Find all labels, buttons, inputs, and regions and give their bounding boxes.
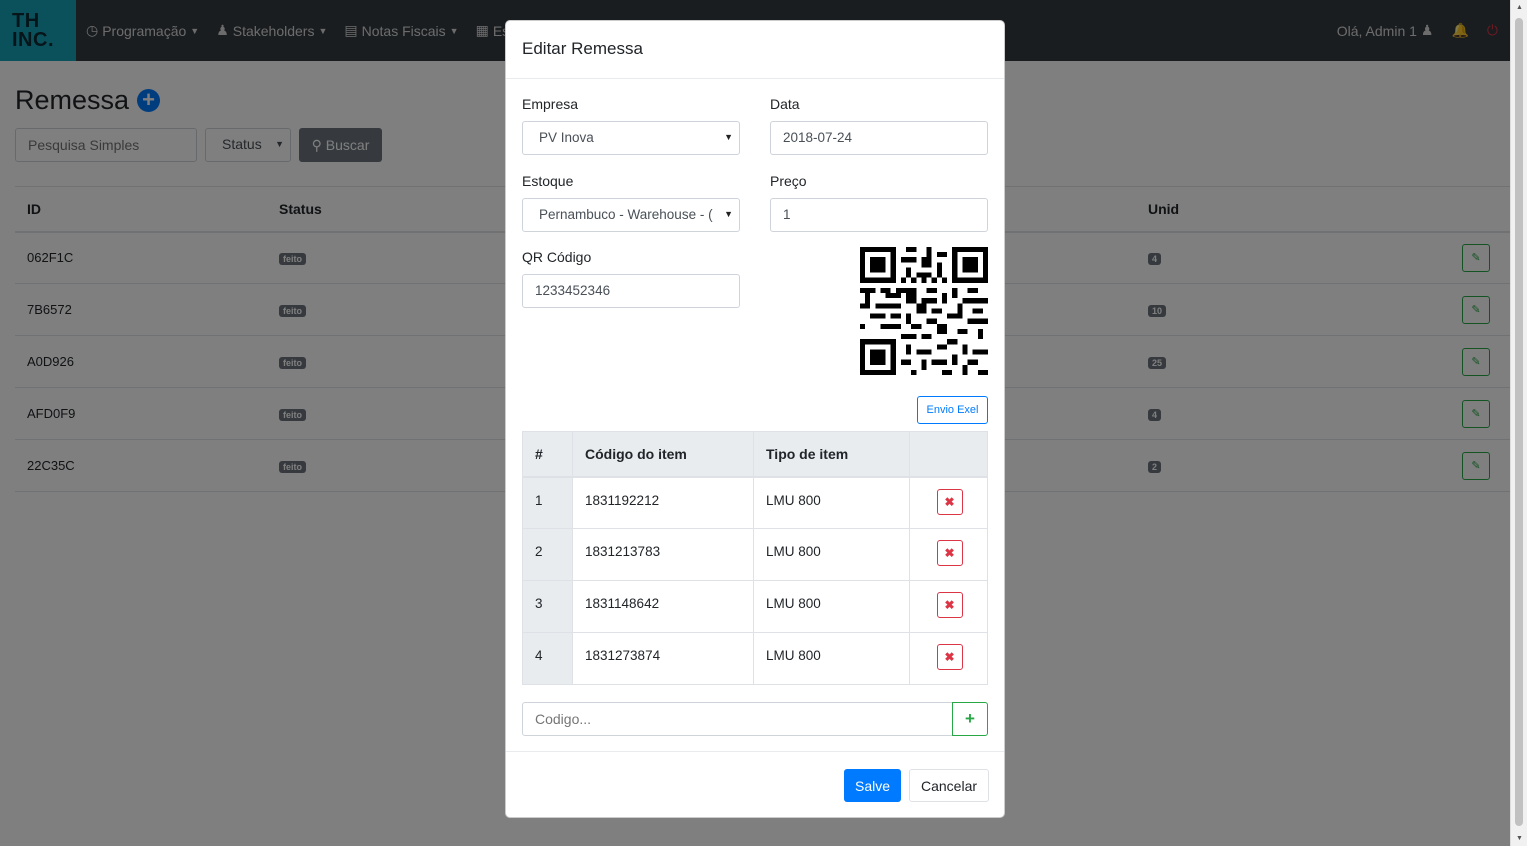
modal-footer: Salve Cancelar — [506, 751, 1004, 817]
qr-codigo-input[interactable]: 1233452346 — [522, 274, 740, 308]
add-item-button[interactable]: + — [952, 702, 988, 736]
table-row: 2 1831213783 LMU 800 ✖ — [522, 528, 988, 581]
close-icon: ✖ — [944, 546, 955, 560]
item-code-input[interactable] — [522, 702, 953, 736]
qr-code-image — [860, 247, 988, 375]
item-code: 1831273874 — [572, 632, 754, 685]
column-header-actions — [909, 431, 988, 478]
items-table: # Código do item Tipo de item 1 18311922… — [522, 431, 988, 685]
preco-label: Preço — [770, 173, 807, 189]
estoque-value: Pernambuco - Warehouse - ( — [539, 207, 713, 222]
estoque-label: Estoque — [522, 173, 574, 189]
column-header-item-type: Tipo de item — [753, 431, 910, 478]
cancel-button[interactable]: Cancelar — [909, 769, 989, 802]
estoque-select[interactable]: Pernambuco - Warehouse - ( ▼ — [522, 198, 740, 232]
close-icon: ✖ — [944, 650, 955, 664]
item-type: LMU 800 — [753, 528, 910, 581]
delete-item-button[interactable]: ✖ — [936, 488, 963, 515]
close-icon: ✖ — [944, 494, 955, 509]
empresa-value: PV Inova — [539, 130, 594, 145]
scroll-down-icon[interactable]: ▼ — [1515, 835, 1524, 842]
column-header-item-code: Código do item — [572, 431, 754, 478]
column-header-number: # — [522, 431, 573, 478]
edit-remessa-modal: Editar Remessa Empresa PV Inova ▼ Data 2… — [505, 20, 1005, 818]
item-number: 4 — [522, 632, 573, 685]
page-scrollbar[interactable]: ▲ ▼ — [1510, 0, 1527, 846]
item-code: 1831148642 — [572, 580, 754, 633]
item-code: 1831192212 — [572, 476, 754, 529]
item-number: 1 — [522, 476, 573, 529]
item-type: LMU 800 — [753, 632, 910, 685]
chevron-down-icon: ▼ — [722, 132, 733, 142]
table-row: 3 1831148642 LMU 800 ✖ — [522, 580, 988, 633]
scroll-up-icon[interactable]: ▲ — [1515, 4, 1524, 11]
close-icon: ✖ — [944, 598, 955, 612]
delete-item-button[interactable]: ✖ — [936, 592, 963, 618]
modal-title: Editar Remessa — [506, 21, 1004, 79]
scrollbar-thumb[interactable] — [1515, 18, 1523, 826]
delete-item-button[interactable]: ✖ — [936, 540, 963, 566]
item-number: 2 — [522, 528, 573, 581]
empresa-select[interactable]: PV Inova ▼ — [522, 121, 740, 155]
preco-value: 1 — [783, 207, 791, 222]
empresa-label: Empresa — [522, 96, 579, 112]
envio-excel-button[interactable]: Envio Exel — [917, 396, 988, 424]
item-type: LMU 800 — [753, 580, 910, 633]
data-value: 2018-07-24 — [783, 130, 853, 145]
plus-icon: + — [965, 709, 975, 728]
delete-item-button[interactable]: ✖ — [936, 644, 963, 670]
preco-input[interactable]: 1 — [770, 198, 988, 232]
data-label: Data — [770, 96, 800, 112]
save-button[interactable]: Salve — [844, 769, 901, 802]
item-number: 3 — [522, 580, 573, 633]
data-input[interactable]: 2018-07-24 — [770, 121, 988, 155]
qr-codigo-value: 1233452346 — [535, 283, 611, 298]
table-row: 4 1831273874 LMU 800 ✖ — [522, 632, 988, 685]
table-row: 1 1831192212 LMU 800 ✖ — [522, 476, 988, 529]
chevron-down-icon: ▼ — [722, 209, 733, 219]
item-type: LMU 800 — [753, 476, 910, 529]
item-code: 1831213783 — [572, 528, 754, 581]
qr-codigo-label: QR Código — [522, 249, 592, 265]
